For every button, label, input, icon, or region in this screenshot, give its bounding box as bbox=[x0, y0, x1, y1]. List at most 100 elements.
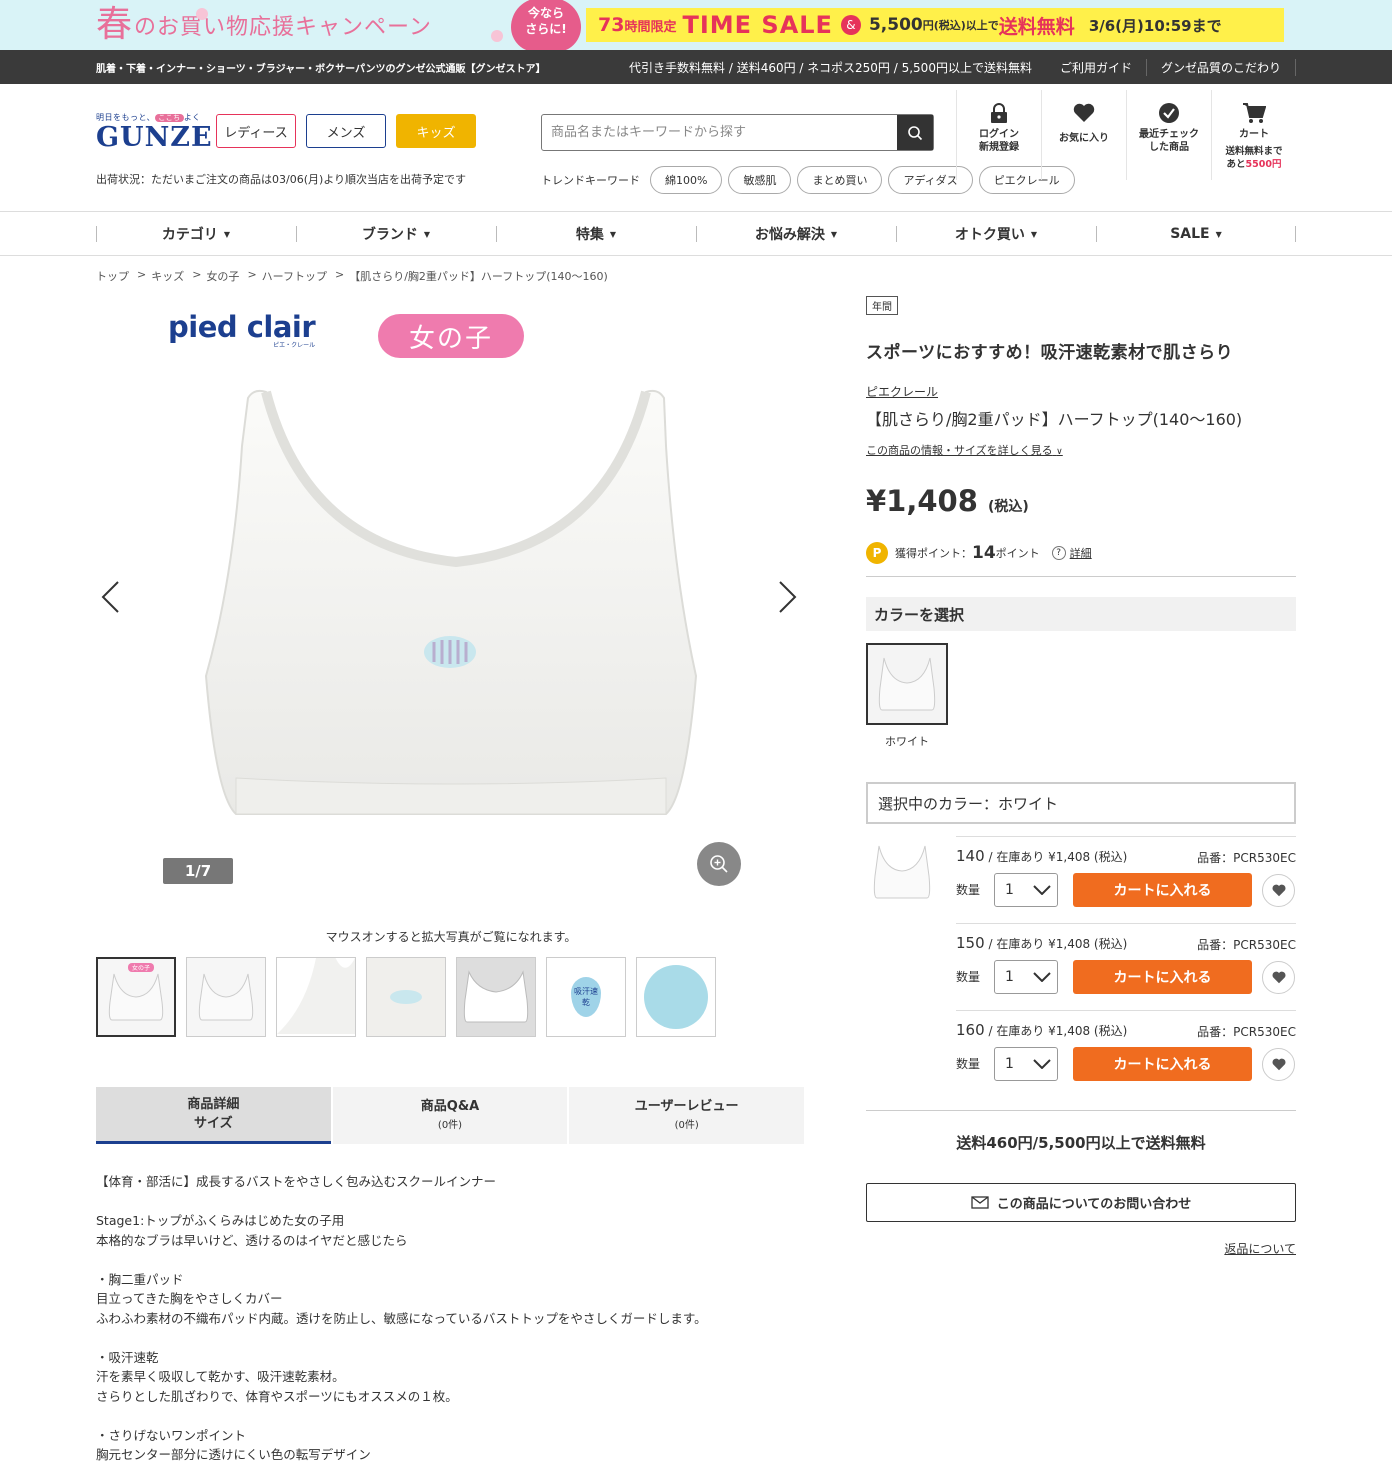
points-label: 獲得ポイント： bbox=[895, 547, 972, 560]
blossom-icon bbox=[491, 30, 503, 42]
returns-link[interactable]: 返品について bbox=[1224, 1240, 1296, 1257]
color-swatch-white[interactable] bbox=[866, 643, 948, 725]
quantity-select[interactable]: 1 bbox=[994, 873, 1058, 907]
search-input[interactable] bbox=[542, 115, 897, 150]
breadcrumb: トップ > キッズ > 女の子 > ハーフトップ > 【肌さらり/胸2重パッド】ハーフト… bbox=[96, 268, 608, 284]
points-unit: ポイント bbox=[995, 547, 1040, 560]
nav-category[interactable]: カテゴリ ▼ bbox=[96, 212, 296, 256]
site-header: 明日をもっと、 ここち よく GUNZE レディース メンズ キッズ 出荷状況：ただ… bbox=[0, 84, 1392, 212]
points-detail-link[interactable]: 詳細 bbox=[1070, 545, 1092, 561]
quantity-label: 数量 bbox=[956, 970, 981, 984]
zoom-button[interactable] bbox=[697, 842, 741, 886]
heart-icon bbox=[1272, 971, 1285, 984]
sale-hours: 73 bbox=[598, 14, 625, 36]
campaign-banner[interactable]: 春 のお買い物応援キャンペーン 今なら さらに! 73 時間限定 TIME SA… bbox=[0, 0, 1392, 50]
caret-down-icon: ▼ bbox=[223, 229, 231, 239]
breadcrumb-kids[interactable]: キッズ bbox=[151, 268, 184, 284]
brand-link[interactable]: ピエクレール bbox=[866, 383, 1296, 400]
caret-down-icon: ▼ bbox=[1215, 229, 1222, 239]
tab-qa[interactable]: 商品Q&A (0件) bbox=[332, 1087, 568, 1144]
quantity-select[interactable]: 1 bbox=[994, 1047, 1058, 1081]
help-icon[interactable]: ? bbox=[1051, 546, 1066, 560]
brand-logo: pied clair ピエ・クレール bbox=[168, 310, 316, 349]
product-catchcopy: スポーツにおすすめ！吸汗速乾素材で肌さらり bbox=[866, 343, 1234, 363]
shipping-status: 出荷状況：ただいまご注文の商品は03/06(月)より順次当店を出荷予定です bbox=[96, 173, 467, 186]
size-row-image bbox=[866, 836, 938, 908]
site-description: 肌着・下着・インナー・ショーツ・ブラジャー・ボクサーパンツのグンゼ公式通販【グン… bbox=[96, 64, 546, 75]
thumbnail-strip: 女の子 吸汗速乾 bbox=[96, 957, 726, 1037]
favorites-link[interactable]: お気に入り bbox=[1041, 90, 1126, 180]
description-line: ふわふわ素材の不織布パッド内蔵。透けを防止し、敏感になっているバストトップをやさ… bbox=[96, 1310, 707, 1326]
tab-details[interactable]: 商品詳細 サイズ bbox=[96, 1087, 331, 1144]
thumbnail[interactable] bbox=[636, 957, 716, 1037]
thumbnail[interactable] bbox=[456, 957, 536, 1037]
thumbnail[interactable]: 女の子 bbox=[96, 957, 176, 1037]
favorite-button[interactable] bbox=[1262, 874, 1295, 907]
tab-reviews[interactable]: ユーザーレビュー (0件) bbox=[569, 1087, 805, 1144]
more-info-link[interactable]: この商品の情報・サイズを詳しく見る ∨ bbox=[866, 442, 1296, 458]
main-product-image[interactable] bbox=[196, 386, 716, 826]
divider bbox=[866, 576, 1296, 577]
season-tag: 年間 bbox=[866, 296, 898, 315]
description-line: さらりとした肌ざわりで、体育やスポーツにもオススメの１枚。 bbox=[96, 1388, 458, 1404]
breadcrumb-current: 【肌さらり/胸2重パッド】ハーフトップ(140〜160) bbox=[349, 270, 608, 283]
add-to-cart-button[interactable]: カートに入れる bbox=[1073, 960, 1252, 994]
description-line: 胸元センター部分に透けにくい色の転写デザイン bbox=[96, 1447, 371, 1462]
quality-link[interactable]: グンゼ品質のこだわり bbox=[1147, 59, 1296, 76]
mail-icon bbox=[971, 1196, 989, 1209]
favorite-button[interactable] bbox=[1262, 961, 1295, 994]
breadcrumb-top[interactable]: トップ bbox=[96, 268, 129, 284]
nav-brand[interactable]: ブランド ▼ bbox=[296, 212, 496, 256]
add-to-cart-button[interactable]: カートに入れる bbox=[1073, 873, 1252, 907]
thumbnail[interactable]: 吸汗速乾 bbox=[546, 957, 626, 1037]
user-guide-link[interactable]: ご利用ガイド bbox=[1046, 59, 1147, 76]
nav-solutions[interactable]: お悩み解決 ▼ bbox=[696, 212, 896, 256]
thumb-badge: 女の子 bbox=[128, 963, 155, 972]
favorite-button[interactable] bbox=[1262, 1048, 1295, 1081]
check-circle-icon bbox=[1159, 103, 1179, 123]
trend-chip[interactable]: 綿100% bbox=[650, 166, 723, 194]
lock-icon bbox=[991, 103, 1007, 123]
shipping-info-link[interactable]: 代引き手数料無料 / 送料460円 / ネコポス250円 / 5,500円以上で… bbox=[629, 59, 1046, 76]
size-stock: 160 / 在庫あり ¥1,408 (税込) bbox=[956, 1021, 1128, 1039]
ladies-button[interactable]: レディース bbox=[216, 114, 296, 148]
nav-deals[interactable]: オトク買い ▼ bbox=[896, 212, 1096, 256]
quantity-label: 数量 bbox=[956, 1057, 981, 1071]
selected-color: 選択中のカラー：ホワイト bbox=[866, 782, 1296, 824]
breadcrumb-girls[interactable]: 女の子 bbox=[206, 268, 239, 284]
sale-hours-suffix: 時間限定 bbox=[624, 19, 677, 35]
description-line: ・さりげないワンポイント bbox=[96, 1427, 247, 1443]
add-to-cart-button[interactable]: カートに入れる bbox=[1073, 1047, 1252, 1081]
nav-feature[interactable]: 特集 ▼ bbox=[496, 212, 696, 256]
threshold-amount: 5,500 bbox=[868, 15, 923, 35]
description-line: 【体育・部活に】成長するバストをやさしく包み込むスクールインナー bbox=[96, 1174, 497, 1189]
quantity-select[interactable]: 1 bbox=[994, 960, 1058, 994]
mens-button[interactable]: メンズ bbox=[306, 114, 386, 148]
chevron-down-icon: ∨ bbox=[1056, 447, 1063, 457]
register-label: 新規登録 bbox=[979, 142, 1019, 153]
gunze-logo[interactable]: 明日をもっと、 ここち よく GUNZE bbox=[96, 112, 213, 153]
badge-line-2: さらに! bbox=[525, 22, 567, 36]
login-link[interactable]: ログイン 新規登録 bbox=[956, 90, 1041, 180]
cart-link[interactable]: カート 送料無料まで あと5500円 bbox=[1211, 90, 1296, 180]
inquiry-button[interactable]: この商品についてのお問い合わせ bbox=[866, 1183, 1296, 1222]
campaign-title: 春 のお買い物応援キャンペーン bbox=[96, 2, 506, 48]
thumbnail[interactable] bbox=[186, 957, 266, 1037]
description-line bbox=[96, 1328, 806, 1348]
global-nav: カテゴリ ▼ ブランド ▼ 特集 ▼ お悩み解決 ▼ オトク買い ▼ SALE ▼ bbox=[0, 212, 1392, 256]
search-box bbox=[541, 114, 934, 151]
ampersand-badge: & bbox=[840, 15, 861, 35]
nav-sale[interactable]: SALE ▼ bbox=[1096, 212, 1296, 256]
thumbnail[interactable] bbox=[276, 957, 356, 1037]
trend-chip[interactable]: 敏感肌 bbox=[728, 166, 792, 194]
recent-items-link[interactable]: 最近チェック した商品 bbox=[1126, 90, 1211, 180]
next-image-button[interactable] bbox=[778, 580, 798, 621]
blossom-icon bbox=[196, 8, 208, 20]
prev-image-button[interactable] bbox=[100, 580, 120, 621]
thumbnail[interactable] bbox=[366, 957, 446, 1037]
search-button[interactable] bbox=[897, 115, 933, 150]
kids-button[interactable]: キッズ bbox=[396, 114, 476, 148]
breadcrumb-halftop[interactable]: ハーフトップ bbox=[262, 268, 327, 284]
chevron-down-icon bbox=[1033, 885, 1051, 895]
trend-chip[interactable]: まとめ買い bbox=[797, 166, 883, 194]
